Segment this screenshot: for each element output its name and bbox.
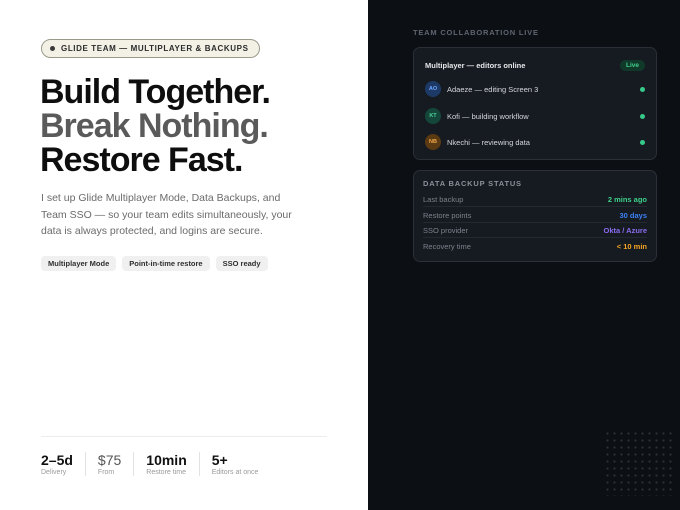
avatar: AO: [425, 81, 441, 97]
headline-line-2: Break Nothing.: [40, 107, 269, 145]
headline-line-1: Build Together.: [40, 73, 271, 111]
stat-delivery: 2–5d Delivery: [41, 452, 86, 476]
hero-section: GLIDE TEAM — MULTIPLAYER & BACKUPS Build…: [0, 0, 368, 510]
stat-value: 2–5d: [41, 452, 73, 468]
chip-restore: Point-in-time restore: [122, 256, 210, 271]
headline: Build Together. Break Nothing. Restore F…: [40, 73, 271, 179]
editor-row: AO Adaeze — editing Screen 3: [425, 80, 645, 98]
row-label: SSO provider: [423, 225, 469, 235]
chip-sso: SSO ready: [215, 256, 268, 271]
badge-label: GLIDE TEAM — MULTIPLAYER & BACKUPS: [61, 44, 249, 53]
stat-price: $75 From: [97, 452, 135, 476]
avatar: NB: [425, 134, 441, 150]
backup-status-card: DATA BACKUP STATUS Last backup 2 mins ag…: [413, 170, 657, 262]
stat-restore-time: 10min Restore time: [146, 452, 200, 476]
stat-label: Editors at once: [211, 469, 259, 476]
headline-line-3: Restore Fast.: [40, 141, 243, 179]
collaboration-header: Multiplayer — editors online Live: [425, 60, 645, 71]
editor-activity: Kofi — building workflow: [447, 111, 529, 121]
description: I set up Glide Multiplayer Mode, Data Ba…: [41, 192, 292, 237]
editor-activity: Adaeze — editing Screen 3: [447, 84, 539, 94]
online-indicator-icon: [640, 113, 645, 119]
backup-row-sso-provider: SSO provider Okta / Azure: [423, 223, 647, 238]
decorative-dot-grid: [604, 430, 674, 496]
chip-multiplayer: Multiplayer Mode: [41, 256, 117, 271]
row-label: Recovery time: [423, 242, 471, 251]
backup-row-restore-points: Restore points 30 days: [423, 208, 647, 223]
live-status-badge: Live: [619, 60, 645, 71]
row-value: 2 mins ago: [607, 194, 647, 204]
stat-editors: 5+ Editors at once: [212, 452, 271, 476]
row-label: Restore points: [423, 210, 472, 220]
stat-value: 5+: [211, 452, 228, 468]
online-indicator-icon: [640, 139, 645, 145]
badge-dot-icon: [50, 46, 55, 51]
online-indicator-icon: [640, 86, 645, 92]
backup-row-last-backup: Last backup 2 mins ago: [423, 192, 647, 207]
stat-value: 10min: [146, 452, 187, 468]
editor-row: KT Kofi — building workflow: [425, 107, 645, 125]
avatar: KT: [425, 108, 441, 124]
divider: [41, 436, 327, 437]
product-badge: GLIDE TEAM — MULTIPLAYER & BACKUPS: [41, 39, 260, 58]
panel-section-title: TEAM COLLABORATION LIVE: [413, 28, 539, 37]
collaboration-title: Multiplayer — editors online: [425, 61, 526, 70]
editor-activity: Nkechi — reviewing data: [447, 137, 530, 147]
collaboration-card: Multiplayer — editors online Live AO Ada…: [413, 47, 657, 160]
feature-chips: Multiplayer Mode Point-in-time restore S…: [41, 256, 268, 271]
backup-row-recovery-time: Recovery time < 10 min: [423, 239, 647, 254]
row-value: < 10 min: [616, 242, 647, 251]
row-value: Okta / Azure: [603, 225, 647, 235]
stats-row: 2–5d Delivery $75 From 10min Restore tim…: [41, 452, 282, 476]
row-value: 30 days: [619, 210, 647, 220]
stat-label: Restore time: [146, 469, 186, 476]
stat-label: Delivery: [41, 469, 67, 476]
backup-status-title: DATA BACKUP STATUS: [423, 179, 522, 188]
editor-row: NB Nkechi — reviewing data: [425, 133, 645, 151]
row-label: Last backup: [423, 194, 464, 204]
stat-label: From: [97, 469, 115, 476]
stat-value: $75: [97, 452, 122, 468]
